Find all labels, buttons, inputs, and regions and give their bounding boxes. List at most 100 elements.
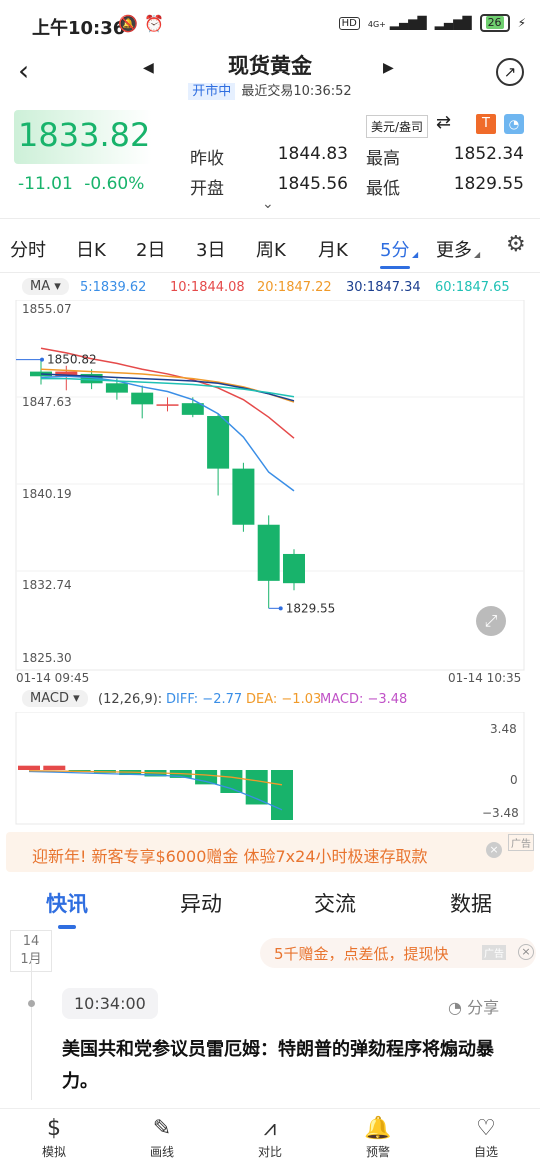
macd-frame [15, 712, 525, 825]
ad-text: 迎新年! 新客专享$6000赠金 体验7x24小时极速存取款 [32, 847, 428, 866]
tab-more-corner-icon: ◢ [474, 250, 481, 259]
nav-watchlist-label: 自选 [473, 1145, 498, 1159]
mute-icon: 🔕 [118, 14, 138, 33]
change-percent: -0.60% [84, 174, 145, 194]
next-arrow-icon[interactable]: ▶ [383, 60, 394, 76]
candle-body [105, 383, 128, 393]
nav-simulate-label: 模拟 [41, 1145, 66, 1159]
pen-icon: ✎ [152, 1116, 172, 1141]
tab-intraday[interactable]: 分时 [10, 236, 46, 262]
ma20-value: 20:1847.22 [257, 280, 332, 295]
low-marker-dot [278, 606, 283, 611]
divider [0, 218, 540, 219]
period-tabs: 分时 日K 2日 3日 周K 月K 5分 ◢ 更多 ◢ ⚙ [0, 228, 540, 268]
macd-label: MACD [30, 691, 69, 706]
high-marker-dot [40, 357, 44, 362]
swap-icon[interactable]: ⇄ [436, 112, 451, 133]
tab-data[interactable]: 数据 [450, 888, 492, 918]
macd-bar [195, 770, 218, 785]
y-tick-4: 1825.30 [22, 651, 72, 665]
share-label: 分享 [467, 998, 500, 1017]
x-start-label: 01-14 09:45 [16, 671, 90, 685]
tab-2day[interactable]: 2日 [136, 236, 165, 262]
price-change: -11.01 -0.60% [18, 174, 144, 194]
macd-params: (12,26,9): [98, 692, 163, 707]
tab-discussion[interactable]: 交流 [314, 888, 356, 918]
tab-weekly[interactable]: 周K [256, 236, 286, 262]
promo-banner[interactable]: 5千赠金，点差低，提现快 广告 × [260, 938, 536, 968]
ma60-value: 60:1847.65 [435, 280, 510, 295]
tab-movements[interactable]: 异动 [180, 888, 222, 918]
alarm-icon: ⏰ [144, 14, 164, 33]
share-icon: ◔ [448, 998, 462, 1017]
ma5-value: 5:1839.62 [80, 280, 147, 295]
nav-draw[interactable]: ✎ 画线 [122, 1115, 202, 1160]
tab-3day[interactable]: 3日 [196, 236, 225, 262]
hd-icon: HD [338, 16, 360, 30]
tab-monthly[interactable]: 月K [318, 236, 348, 262]
nav-watchlist[interactable]: ♡ 自选 [446, 1115, 526, 1160]
macd-bar [18, 765, 40, 770]
stat-label-high: 最高 [366, 149, 400, 169]
date-day: 14 [22, 934, 40, 949]
macd-bar [271, 770, 293, 820]
promo-text: 5千赠金，点差低，提现快 [274, 945, 449, 963]
nav-alert-label: 预警 [365, 1145, 390, 1159]
pie-icon[interactable]: ◔ [504, 114, 524, 134]
tab-more[interactable]: 更多 [436, 236, 472, 262]
fullscreen-icon[interactable]: ⤢ [476, 606, 506, 636]
stat-label-open: 开盘 [190, 179, 224, 199]
macd-diff-line [28, 770, 283, 811]
macd-selector[interactable]: MACD ▾ [22, 690, 88, 707]
news-tab-indicator [58, 925, 76, 929]
candlestick-chart[interactable]: 1850.82 1829.55 [0, 300, 540, 690]
macd-tick-zero: 0 [510, 773, 518, 787]
stat-value-open: 1845.56 [277, 174, 348, 194]
stat-value-low: 1829.55 [453, 174, 524, 194]
expand-chevron-icon[interactable]: ⌄ [262, 196, 274, 212]
high-marker-label: 1850.82 [47, 353, 97, 367]
candle-body [181, 403, 204, 415]
y-tick-0: 1855.07 [22, 302, 72, 316]
ma-selector[interactable]: MA ▾ [22, 278, 69, 295]
status-bar: 上午10:36 🔕 ⏰ HD 4G+ ▂▄▆█ 4G ▂▄▆█ 26 ⚡ [0, 0, 540, 50]
tab-5min[interactable]: 5分 [380, 236, 409, 262]
signal-icon-2: 4G ▂▄▆█ [434, 16, 472, 30]
stat-label-prev-close: 昨收 [190, 149, 224, 169]
heart-plus-icon: ♡ [476, 1116, 496, 1141]
ma-label: MA [30, 279, 51, 294]
macd-bar [43, 765, 66, 770]
page-title: 现货黄金 [228, 54, 312, 78]
charging-icon: ⚡ [517, 16, 526, 30]
macd-tick-bottom: −3.48 [482, 806, 519, 820]
tab-flash-news[interactable]: 快讯 [46, 888, 88, 918]
bottom-nav: $ 模拟 ✎ 画线 ⩘ 对比 🔔 预警 ♡ 自选 [0, 1108, 540, 1170]
status-time: 上午10:36 [32, 18, 126, 39]
promo-close-icon[interactable]: × [518, 944, 534, 960]
last-trade-time: 最近交易10:36:52 [241, 84, 352, 99]
news-headline[interactable]: 美国共和党参议员雷厄姆：特朗普的弹劾程序将煽动暴力。 [62, 1034, 524, 1098]
settings-gear-icon[interactable]: ⚙ [506, 232, 526, 257]
status-icons: HD 4G+ ▂▄▆█ 4G ▂▄▆█ 26 ⚡ [338, 14, 526, 32]
nav-compare[interactable]: ⩘ 对比 [230, 1115, 310, 1160]
calendar-t-icon[interactable]: T [476, 114, 496, 134]
market-status-badge: 开市中 [188, 83, 236, 100]
share-button[interactable]: ◔ 分享 [448, 994, 499, 1018]
unit-badge[interactable]: 美元/盎司 [366, 115, 429, 138]
macd-diff: DIFF: −2.77 [166, 692, 243, 707]
nav-simulate[interactable]: $ 模拟 [14, 1115, 94, 1160]
tab-daily[interactable]: 日K [76, 236, 106, 262]
battery-level: 26 [485, 16, 504, 29]
tab-active-indicator [380, 266, 410, 269]
ma30-value: 30:1847.34 [346, 280, 421, 295]
ad-close-icon[interactable]: × [486, 842, 502, 858]
battery-icon: 26 [479, 14, 510, 32]
candle-body [131, 392, 154, 405]
ma5-line [40, 375, 295, 492]
stat-value-high: 1852.34 [453, 144, 524, 164]
news-time: 10:34:00 [62, 988, 158, 1019]
refresh-icon[interactable]: ↗ [496, 58, 524, 86]
nav-alert[interactable]: 🔔 预警 [338, 1115, 418, 1160]
ad-banner[interactable]: 迎新年! 新客专享$6000赠金 体验7x24小时极速存取款 × 广告 [6, 832, 534, 872]
divider [0, 272, 540, 273]
